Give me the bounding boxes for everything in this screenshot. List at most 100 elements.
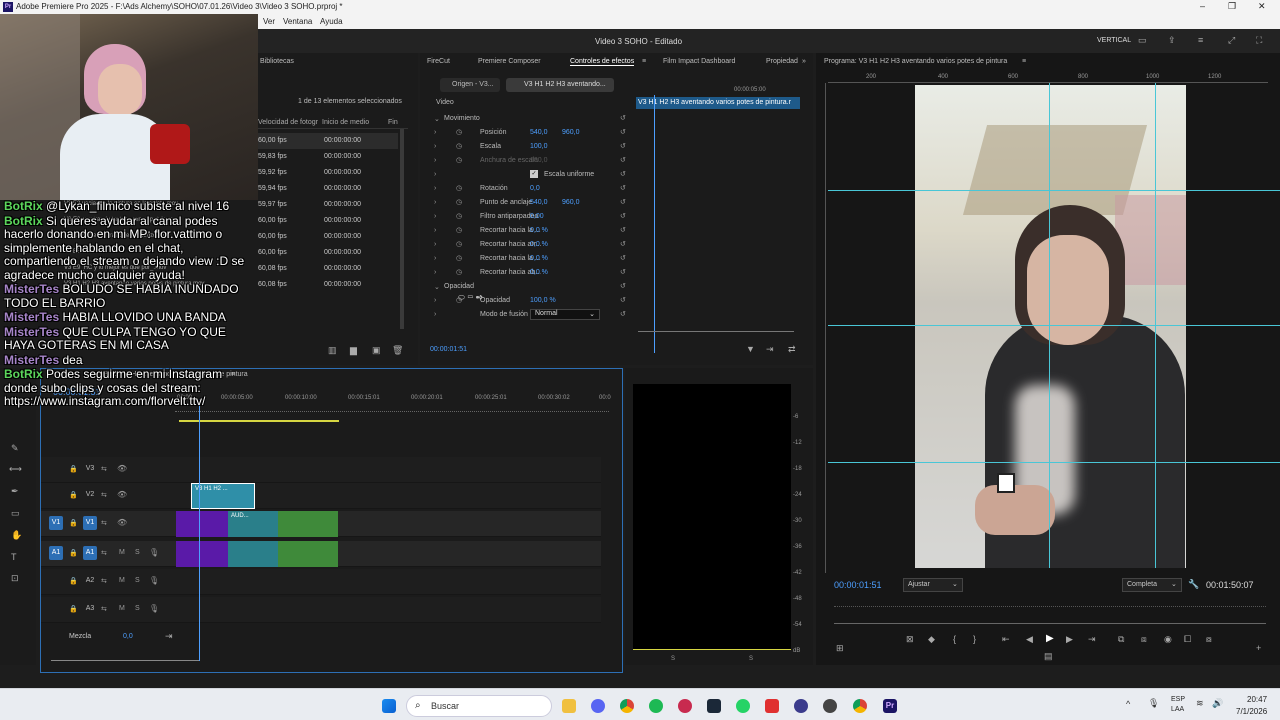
stopwatch-icon[interactable]: ◷	[456, 128, 462, 136]
expand-arrow-icon[interactable]: ⌄	[434, 115, 440, 123]
whatsapp-icon[interactable]	[736, 699, 750, 713]
caption-icon[interactable]: ⊡	[11, 573, 19, 584]
reset-icon[interactable]: ↺	[620, 240, 626, 248]
col-start[interactable]: Inicio de medio	[322, 119, 369, 126]
stopwatch-icon[interactable]: ◷	[456, 226, 462, 234]
insert-icon[interactable]: ⧉	[1118, 634, 1124, 645]
tab-firecut[interactable]: FireCut	[427, 58, 450, 65]
audio-clip-c[interactable]	[278, 541, 338, 567]
track-label[interactable]: V2	[83, 488, 97, 502]
razor-icon[interactable]: ✎	[11, 443, 19, 454]
mute-button[interactable]: M	[119, 577, 125, 584]
expand-arrow-icon[interactable]: ›	[434, 269, 436, 276]
more-tabs-icon[interactable]: »	[802, 58, 806, 65]
menu-lines-icon[interactable]: ≡	[642, 58, 646, 65]
expand-arrow-icon[interactable]: ›	[434, 143, 436, 150]
track-v3[interactable]: 🔒 V3 ⇆ 👁	[41, 457, 601, 483]
project-row[interactable]: 59,92 fps 00:00:00:00	[258, 165, 398, 181]
reset-icon[interactable]: ↺	[620, 156, 626, 164]
quality-dropdown[interactable]: Completa ⌄	[1122, 578, 1182, 592]
lift-icon[interactable]: ⊠	[906, 634, 914, 645]
share-icon[interactable]: ⇪	[1168, 35, 1176, 46]
steam-icon[interactable]	[707, 699, 721, 713]
search-input[interactable]: ⌕ Buscar	[406, 695, 552, 717]
reset-icon[interactable]: ↺	[620, 296, 626, 304]
app-notification-icon[interactable]	[678, 699, 692, 713]
col-fps[interactable]: Velocidad de fotogr	[258, 119, 318, 126]
eye-icon[interactable]: 👁	[117, 464, 127, 473]
sync-icon[interactable]: ⇆	[101, 577, 107, 585]
spotify-icon[interactable]	[649, 699, 663, 713]
track-a3[interactable]: 🔒 A3 ⇆ M S 🎙	[41, 597, 601, 623]
project-row[interactable]: 60,00 fps 00:00:00:00	[258, 133, 398, 149]
export-icon[interactable]: ⇥	[766, 344, 774, 355]
reset-icon[interactable]: ↺	[620, 198, 626, 206]
chat-username[interactable]: MisterTes	[4, 282, 59, 296]
track-v2[interactable]: 🔒 V2 ⇆ 👁	[41, 483, 601, 509]
go-to-in-icon[interactable]: ⇤	[1002, 634, 1010, 645]
stopwatch-icon[interactable]: ◷	[456, 156, 462, 164]
expand-arrow-icon[interactable]: ›	[434, 171, 436, 178]
effect-property-row[interactable]: › ◷ Rotación 0,0 ↺	[434, 183, 634, 197]
clock-time[interactable]: 20:47	[1247, 695, 1267, 704]
sync-icon[interactable]: ⇆	[101, 549, 107, 557]
clip-v1-c[interactable]	[278, 511, 338, 537]
expand-arrow-icon[interactable]: ›	[434, 311, 436, 318]
effect-property-row[interactable]: › Modo de fusión Normal ⌄ ↺	[434, 309, 634, 323]
mark-in-icon[interactable]: {	[953, 634, 956, 644]
reset-icon[interactable]: ↺	[620, 128, 626, 136]
track-label[interactable]: A2	[83, 574, 97, 588]
audio-clip-b[interactable]	[228, 541, 278, 567]
effect-property-row[interactable]: › ◷ Anchura de escala 100,0 ↺	[434, 155, 634, 169]
chat-username[interactable]: BotRix	[4, 367, 43, 381]
solo-button[interactable]: S	[135, 549, 140, 556]
mic-icon[interactable]: 🎙	[149, 604, 159, 613]
chat-username[interactable]: BotRix	[4, 214, 43, 228]
reset-icon[interactable]: ↺	[620, 114, 626, 122]
new-item-icon[interactable]: ▣	[372, 345, 381, 356]
sync-icon[interactable]: ⇆	[101, 491, 107, 499]
hand-icon[interactable]: ✋	[11, 530, 22, 541]
wifi-icon[interactable]: ≋	[1196, 698, 1204, 709]
sync-icon[interactable]: ⇆	[101, 519, 107, 527]
rectangle-mask-icon[interactable]: ▭	[467, 293, 473, 302]
ec-zoom-bar[interactable]	[638, 331, 794, 332]
col-end[interactable]: Fin	[388, 119, 398, 126]
effect-property-row[interactable]: › ◷ Recortar hacia arr... 0,0 % ↺	[434, 239, 634, 253]
source-tab[interactable]: Origen - V3...	[440, 78, 500, 92]
minimize-button[interactable]: –	[1200, 1, 1205, 11]
project-row[interactable]: 60,00 fps 00:00:00:00	[258, 245, 398, 261]
lock-icon[interactable]: 🔒	[69, 465, 78, 473]
stopwatch-icon[interactable]: ◷	[456, 240, 462, 248]
effect-property-row[interactable]: › ◷ Posición 540,0 960,0 ↺	[434, 127, 634, 141]
chat-username[interactable]: MisterTes	[4, 310, 59, 324]
clip-v2[interactable]: V3 H1 H2 ...	[191, 483, 255, 509]
volume-icon[interactable]: 🔊	[1212, 698, 1223, 709]
project-row[interactable]: 60,00 fps 00:00:00:00	[258, 229, 398, 245]
folder-icon[interactable]: ▆	[350, 345, 357, 356]
track-label[interactable]: A3	[83, 602, 97, 616]
project-row[interactable]: 59,83 fps 00:00:00:00	[258, 149, 398, 165]
chrome-profile-icon[interactable]	[853, 699, 867, 713]
play-button[interactable]: ▶	[1046, 633, 1054, 644]
streaming-app-icon[interactable]	[765, 699, 779, 713]
menu-lines-icon[interactable]: ≡	[1198, 35, 1203, 45]
menu-ver[interactable]: Ver	[263, 17, 275, 26]
panel-icon[interactable]: ▭	[1138, 35, 1147, 46]
stopwatch-icon[interactable]: ◷	[456, 254, 462, 262]
ec-playhead[interactable]	[654, 95, 655, 353]
blend-mode-dropdown[interactable]: Normal ⌄	[530, 309, 600, 320]
effect-property-row[interactable]: ⌄ Movimiento ↺	[434, 113, 634, 127]
language-top[interactable]: ESP	[1171, 696, 1185, 703]
lumetri-icon[interactable]: ▤	[1044, 651, 1053, 662]
go-to-out-icon[interactable]: ⇥	[1088, 634, 1096, 645]
reset-icon[interactable]: ↺	[620, 268, 626, 276]
obs-icon[interactable]	[823, 699, 837, 713]
reset-icon[interactable]: ↺	[620, 226, 626, 234]
language-bottom[interactable]: LAA	[1171, 706, 1184, 713]
reset-icon[interactable]: ↺	[620, 184, 626, 192]
program-scrubber[interactable]	[834, 623, 1266, 624]
discord-icon[interactable]	[591, 699, 605, 713]
track-label[interactable]: V3	[83, 462, 97, 476]
tab-effect-controls[interactable]: Controles de efectos	[570, 58, 635, 66]
